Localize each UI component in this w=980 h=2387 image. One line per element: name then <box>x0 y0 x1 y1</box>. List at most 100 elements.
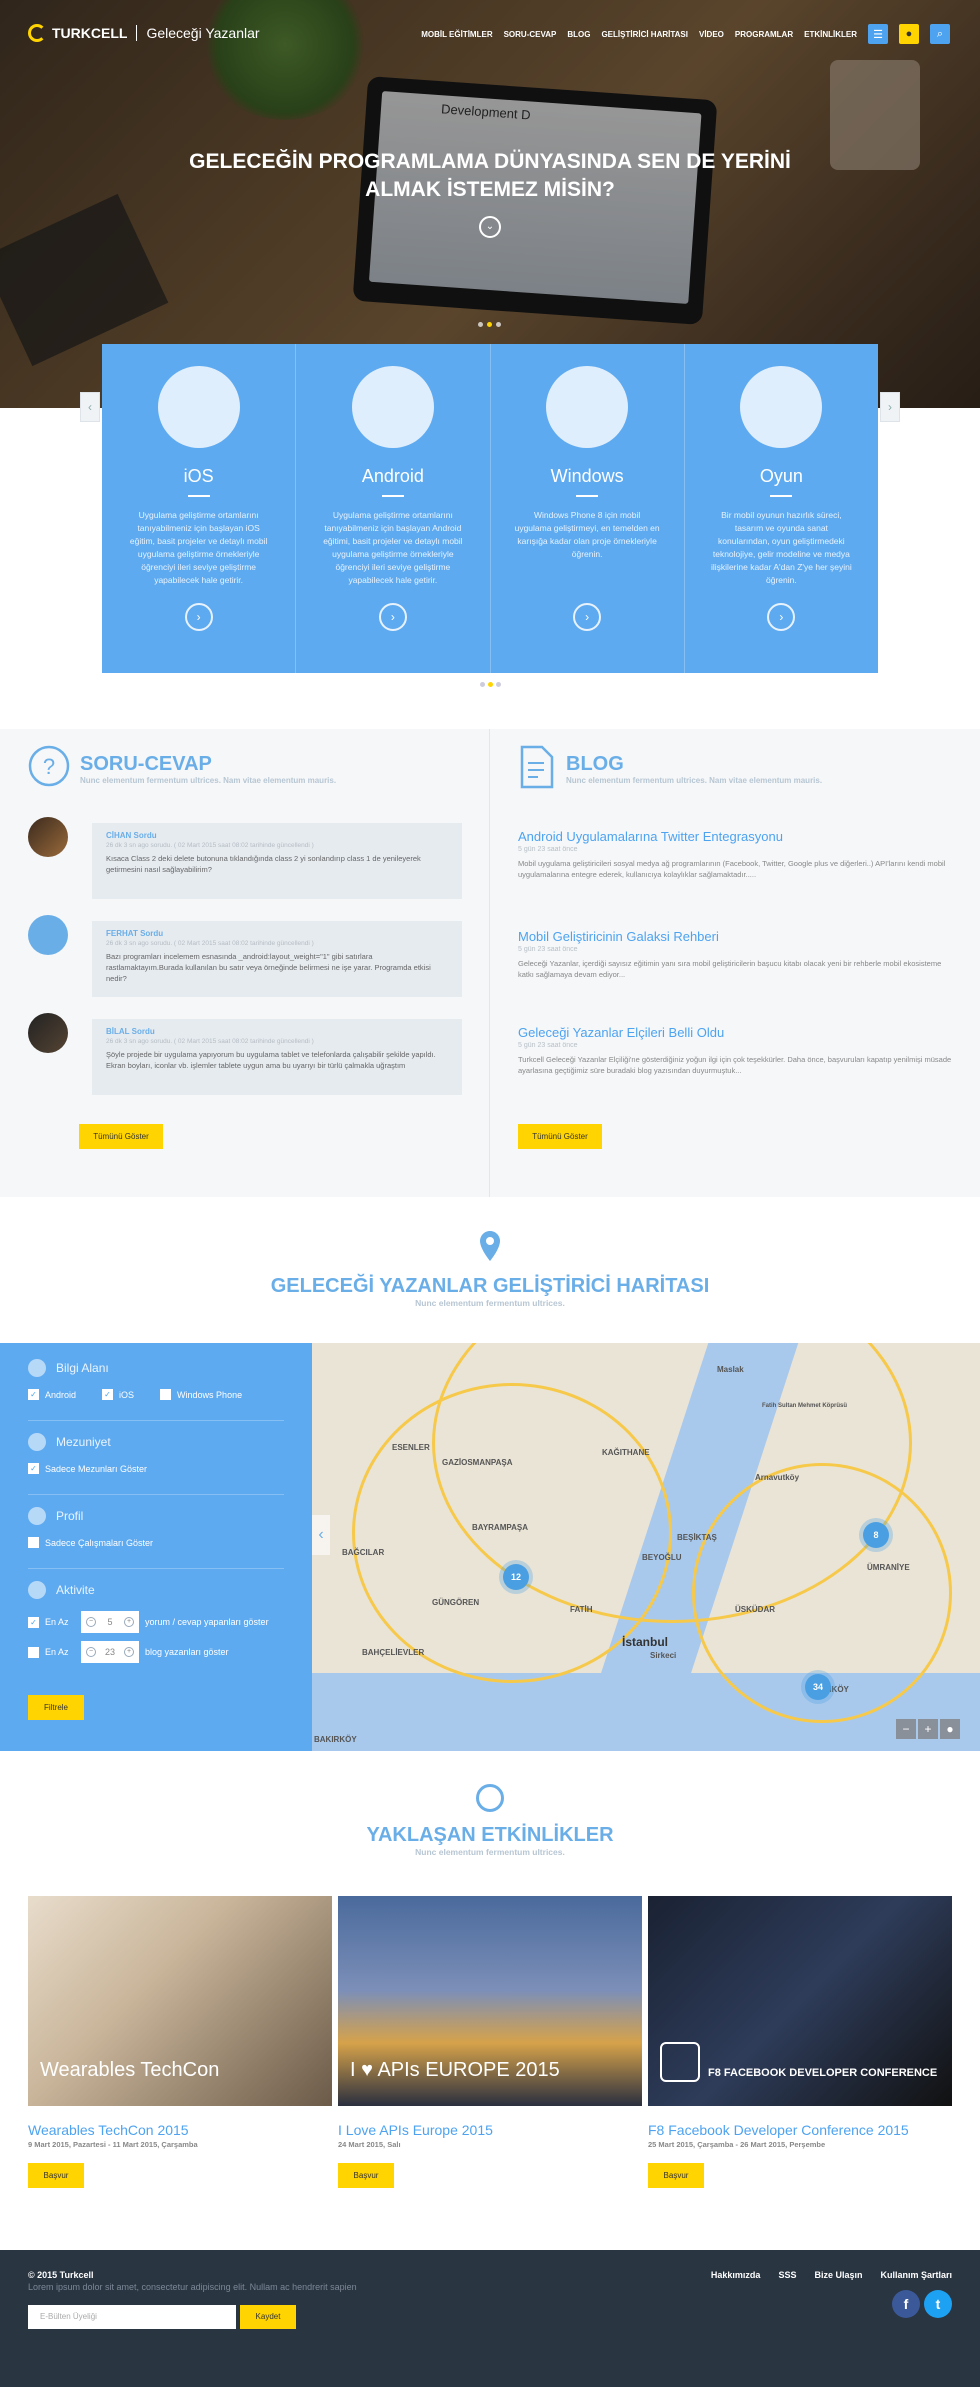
category-ios[interactable]: iOS Uygulama geliştirme ortamlarını tanı… <box>102 344 297 673</box>
map-cluster[interactable]: 8 <box>863 1522 889 1548</box>
filter-button[interactable]: Filtrele <box>28 1695 84 1720</box>
blog-post-title[interactable]: Android Uygulamalarına Twitter Entegrasy… <box>518 829 958 844</box>
map-panel-toggle-arrow[interactable]: ‹ <box>312 1515 330 1555</box>
facebook-icon[interactable]: f <box>892 2290 920 2318</box>
plus-icon[interactable]: + <box>123 1617 134 1627</box>
location-icon[interactable]: ● <box>940 1719 960 1739</box>
user-icon[interactable]: ● <box>899 24 919 44</box>
asker-name[interactable]: FERHAT Sordu <box>106 929 448 938</box>
blog-post[interactable]: Geleceği Yazanlar Elçileri Belli Oldu 5 … <box>518 1025 958 1076</box>
blog-show-all-button[interactable]: Tümünü Göster <box>518 1124 602 1149</box>
apply-button[interactable]: Başvur <box>648 2163 704 2188</box>
works-only-checkbox[interactable] <box>28 1537 39 1548</box>
zoom-in-icon[interactable]: + <box>918 1719 938 1739</box>
apply-button[interactable]: Başvur <box>28 2163 84 2188</box>
main-nav: MOBİL EĞİTİMLER SORU-CEVAP BLOG GELİŞTİR… <box>421 24 950 44</box>
footer-link-sss[interactable]: SSS <box>778 2270 796 2280</box>
apply-button[interactable]: Başvur <box>338 2163 394 2188</box>
category-dot-active[interactable] <box>488 682 493 687</box>
nav-mobil-egitimler[interactable]: MOBİL EĞİTİMLER <box>421 30 492 39</box>
search-icon[interactable]: ⌕ <box>930 24 950 44</box>
asker-name[interactable]: BİLAL Sordu <box>106 1027 448 1036</box>
category-oyun[interactable]: Oyun Bir mobil oyunun hazırlık süreci, t… <box>685 344 878 673</box>
nav-video[interactable]: VİDEO <box>699 30 724 39</box>
category-carousel: iOS Uygulama geliştirme ortamlarını tanı… <box>102 344 878 673</box>
graduates-only-checkbox[interactable]: ✓ <box>28 1463 39 1474</box>
blog-post-title[interactable]: Geleceği Yazanlar Elçileri Belli Oldu <box>518 1025 958 1040</box>
blog-post-time: 5 gün 23 saat önce <box>518 1042 578 1049</box>
brand-subtitle: Geleceği Yazanlar <box>146 25 260 41</box>
category-android[interactable]: Android Uygulama geliştirme ortamlarını … <box>296 344 491 673</box>
categories-next-arrow[interactable]: › <box>880 392 900 422</box>
blog-post[interactable]: Android Uygulamalarına Twitter Entegrasy… <box>518 829 958 880</box>
menu-icon[interactable]: ☰ <box>868 24 888 44</box>
social-links: f t <box>892 2290 952 2318</box>
asker-name[interactable]: CİHAN Sordu <box>106 831 448 840</box>
event-image-caption: Wearables TechCon <box>40 2059 220 2081</box>
category-dot[interactable] <box>480 682 485 687</box>
hero-dot[interactable] <box>496 322 501 327</box>
footer-link-kullanim-sartlari[interactable]: Kullanım Şartları <box>880 2270 952 2280</box>
min-blog-checkbox[interactable] <box>28 1646 39 1658</box>
chevron-right-icon[interactable]: › <box>767 603 796 631</box>
category-windows[interactable]: Windows Windows Phone 8 için mobil uygul… <box>491 344 685 673</box>
min-comments-checkbox[interactable]: ✓ <box>28 1616 39 1628</box>
event-title[interactable]: I Love APIs Europe 2015 <box>338 2122 642 2138</box>
question-item[interactable]: CİHAN Sordu 26 dk 3 sn ago sorudu. ( 02 … <box>28 817 463 907</box>
logo[interactable]: TURKCELL Geleceği Yazanlar <box>28 24 260 42</box>
chevron-right-icon[interactable]: › <box>573 603 602 631</box>
minus-icon[interactable]: − <box>86 1617 96 1627</box>
qa-show-all-button[interactable]: Tümünü Göster <box>79 1124 163 1149</box>
windows-phone-checkbox[interactable] <box>160 1389 172 1400</box>
map-cluster[interactable]: 34 <box>805 1674 831 1700</box>
hero-dot-active[interactable] <box>487 322 492 327</box>
map-section-header: GELECEĞİ YAZANLAR GELİŞTİRİCİ HARİTASI N… <box>0 1230 980 1308</box>
newsletter-submit-button[interactable]: Kaydet <box>240 2305 296 2329</box>
minus-icon[interactable]: − <box>86 1647 96 1657</box>
chevron-right-icon[interactable]: › <box>184 603 213 631</box>
event-image[interactable]: I ♥ APIs EUROPE 2015 <box>338 1896 642 2106</box>
event-image[interactable]: Wearables TechCon <box>28 1896 332 2106</box>
category-description: Bir mobil oyunun hazırlık süreci, tasarı… <box>711 510 852 585</box>
plus-icon[interactable]: + <box>123 1647 134 1657</box>
nav-etkinlikler[interactable]: ETKİNLİKLER <box>804 30 857 39</box>
event-title[interactable]: F8 Facebook Developer Conference 2015 <box>648 2122 952 2138</box>
ios-checkbox[interactable]: ✓ <box>102 1389 114 1400</box>
categories-prev-arrow[interactable]: ‹ <box>80 392 100 422</box>
comments-stepper[interactable]: − 5 + <box>81 1611 139 1633</box>
stepper-value: 5 <box>107 1617 113 1627</box>
event-image[interactable]: F8 FACEBOOK DEVELOPER CONFERENCE <box>648 1896 952 2106</box>
event-card: Wearables TechCon Wearables TechCon 2015… <box>28 1896 332 2188</box>
title-underline <box>770 495 793 497</box>
avatar-placeholder-icon <box>28 915 68 955</box>
hero-title: GELECEĞİN PROGRAMLAMA DÜNYASINDA SEN DE … <box>189 150 791 201</box>
question-item[interactable]: FERHAT Sordu 26 dk 3 sn ago sorudu. ( 02… <box>28 915 463 1005</box>
nav-soru-cevap[interactable]: SORU-CEVAP <box>504 30 557 39</box>
blog-stepper[interactable]: −23 + <box>81 1641 139 1663</box>
hero-dot[interactable] <box>478 322 483 327</box>
twitter-icon[interactable]: t <box>924 2290 952 2318</box>
chevron-right-icon[interactable]: › <box>378 603 407 631</box>
question-item[interactable]: BİLAL Sordu 26 dk 3 sn ago sorudu. ( 02 … <box>28 1013 463 1103</box>
map-label: Arnavutköy <box>755 1473 800 1482</box>
footer-link-hakkimizda[interactable]: Hakkımızda <box>711 2270 761 2280</box>
scroll-down-icon[interactable]: ⌄ <box>479 216 501 238</box>
newsletter-input[interactable]: E-Bülten Üyeliği <box>28 2305 236 2329</box>
nav-programlar[interactable]: PROGRAMLAR <box>735 30 793 39</box>
blog-post[interactable]: Mobil Geliştiricinin Galaksi Rehberi 5 g… <box>518 929 958 980</box>
category-dot[interactable] <box>496 682 501 687</box>
nav-gelistirici-haritasi[interactable]: GELİŞTİRİCİ HARİTASI <box>601 30 688 39</box>
zoom-out-icon[interactable]: − <box>896 1719 916 1739</box>
blog-post-title[interactable]: Mobil Geliştiricinin Galaksi Rehberi <box>518 929 958 944</box>
turkcell-logo-icon <box>28 24 46 42</box>
map-cluster[interactable]: 12 <box>503 1564 529 1590</box>
event-title[interactable]: Wearables TechCon 2015 <box>28 2122 332 2138</box>
developer-map[interactable]: Maslak Fatih Sultan Mehmet Köprüsü ESENL… <box>312 1343 980 1751</box>
map-label: ESENLER <box>392 1443 430 1452</box>
activity-suffix: yorum / cevap yapanları göster <box>145 1617 269 1627</box>
nav-blog[interactable]: BLOG <box>567 30 590 39</box>
android-checkbox[interactable]: ✓ <box>28 1389 39 1400</box>
footer-link-bize-ulasin[interactable]: Bize Ulaşın <box>814 2270 862 2280</box>
gamepad-icon <box>740 366 823 448</box>
map-section-title: GELECEĞİ YAZANLAR GELİŞTİRİCİ HARİTASI <box>270 1275 710 1297</box>
